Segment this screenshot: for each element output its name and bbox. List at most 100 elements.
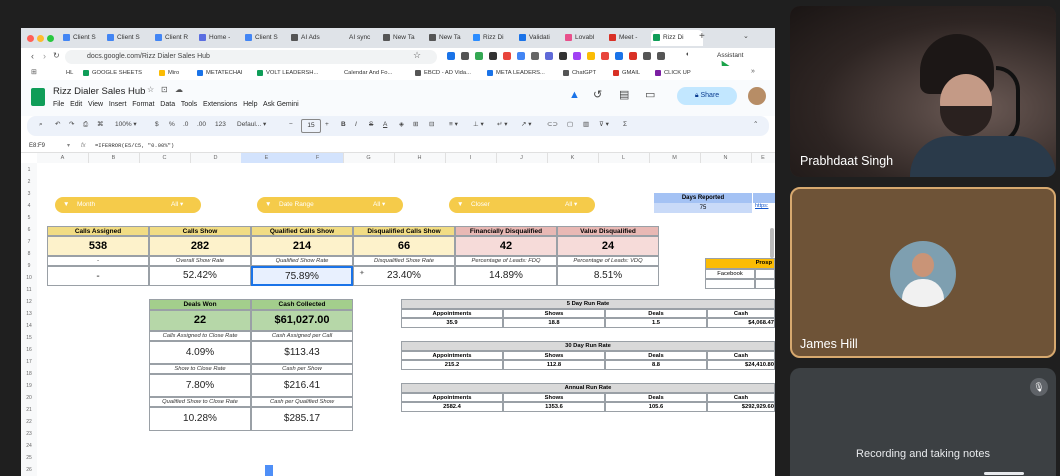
browser-tab[interactable]: Lovabl <box>563 30 613 46</box>
closer-filter[interactable]: ▼ Closer All ▾ <box>449 197 595 213</box>
functions-icon[interactable]: Σ <box>623 116 627 134</box>
browser-tab[interactable]: New Ta <box>381 30 431 46</box>
increase-decimal-button[interactable]: .00 <box>197 116 206 134</box>
font-size-increase-icon[interactable]: + <box>325 116 329 134</box>
extension-icon[interactable] <box>517 52 525 60</box>
row-header[interactable]: 2 <box>21 177 37 187</box>
row-header[interactable]: 10 <box>21 273 37 283</box>
column-header[interactable]: N <box>700 153 752 163</box>
fill-color-icon[interactable]: ◈ <box>399 116 404 134</box>
name-box-dropdown-icon[interactable]: ▾ <box>67 140 70 152</box>
more-bookmarks-icon[interactable]: » <box>751 68 755 75</box>
forward-icon[interactable]: › <box>43 51 46 61</box>
extension-icon[interactable] <box>643 52 651 60</box>
menu-ask-gemini[interactable]: Ask Gemini <box>263 101 299 108</box>
menu-format[interactable]: Format <box>132 101 154 108</box>
bookmark[interactable]: CLICK UP <box>655 66 691 80</box>
decrease-decimal-button[interactable]: .0 <box>183 116 188 134</box>
extension-icon[interactable] <box>545 52 553 60</box>
column-header[interactable]: G <box>343 153 395 163</box>
gemini-icon[interactable]: ▲ <box>569 89 580 101</box>
extension-icon[interactable] <box>559 52 567 60</box>
font-size-decrease-icon[interactable]: − <box>289 116 293 134</box>
merge-cells-icon[interactable]: ⊟ <box>429 116 434 134</box>
apps-grid-icon[interactable]: ⊞ <box>31 68 37 76</box>
meet-icon[interactable]: ▭ <box>645 88 655 101</box>
document-title[interactable]: Rizz Dialer Sales Hub <box>53 86 145 97</box>
row-header[interactable]: 16 <box>21 345 37 355</box>
bookmark[interactable]: GMAIL <box>613 66 640 80</box>
row-header[interactable]: 4 <box>21 201 37 211</box>
star-icon[interactable]: ☆ <box>147 85 154 94</box>
row-header[interactable]: 25 <box>21 453 37 463</box>
extension-icon[interactable] <box>573 52 581 60</box>
column-header[interactable]: B <box>88 153 140 163</box>
extension-icon[interactable] <box>615 52 623 60</box>
row-header[interactable]: 9 <box>21 261 37 271</box>
font-select[interactable]: Defaul... ▾ <box>237 116 266 134</box>
new-tab-icon[interactable]: + <box>699 31 705 42</box>
strikethrough-button[interactable]: S <box>369 116 373 134</box>
assistant-button[interactable]: Assistant <box>717 52 743 59</box>
row-header[interactable]: 24 <box>21 441 37 451</box>
bookmark[interactable]: GOOGLE SHEETS <box>83 66 142 80</box>
bold-button[interactable]: B <box>341 116 346 134</box>
row-header[interactable]: 23 <box>21 429 37 439</box>
formula-input[interactable]: =IFERROR(E5/C5, "0.00%") <box>95 140 174 152</box>
print-icon[interactable]: ⎙ <box>83 116 88 134</box>
redo-icon[interactable]: ↷ <box>69 116 74 134</box>
chart-icon[interactable]: ▥ <box>583 116 589 134</box>
participant-tile[interactable]: Prabhdaat Singh <box>790 6 1056 177</box>
column-header[interactable]: I <box>445 153 497 163</box>
browser-tab[interactable]: Meet - <box>607 30 657 46</box>
row-header[interactable]: 11 <box>21 285 37 295</box>
text-color-button[interactable]: A <box>383 116 387 134</box>
extension-icon[interactable] <box>587 52 595 60</box>
history-icon[interactable]: ↺ <box>593 88 602 101</box>
bookmark[interactable]: VOLT LEADERSH... <box>257 66 318 80</box>
month-filter[interactable]: ▼ Month All ▾ <box>55 197 201 213</box>
row-header[interactable]: 5 <box>21 213 37 223</box>
extension-icon[interactable] <box>531 52 539 60</box>
extension-icon[interactable] <box>475 52 483 60</box>
explore-sparkle-icon[interactable]: ✦ <box>359 269 365 277</box>
row-header[interactable]: 8 <box>21 249 37 259</box>
menu-extensions[interactable]: Extensions <box>203 101 237 108</box>
audio-icon[interactable]: ◖ <box>685 51 689 58</box>
comments-icon[interactable]: ▤ <box>619 88 629 101</box>
column-header[interactable]: E <box>751 153 775 163</box>
row-header[interactable]: 3 <box>21 189 37 199</box>
url-input[interactable]: docs.google.com/Rizz Dialer Sales Hub <box>65 50 437 64</box>
menu-file[interactable]: File <box>53 101 64 108</box>
font-size-input[interactable]: 15 <box>301 119 321 133</box>
wrap-icon[interactable]: ↵ ▾ <box>497 116 508 134</box>
menu-insert[interactable]: Insert <box>109 101 127 108</box>
extension-icon[interactable] <box>461 52 469 60</box>
extension-icon[interactable] <box>503 52 511 60</box>
borders-icon[interactable]: ⊞ <box>413 116 418 134</box>
date-range-filter[interactable]: ▼ Date Range All ▾ <box>257 197 403 213</box>
close-window-icon[interactable] <box>27 35 34 42</box>
row-header[interactable]: 12 <box>21 297 37 307</box>
column-header[interactable]: M <box>649 153 701 163</box>
row-header[interactable]: 20 <box>21 393 37 403</box>
menu-data[interactable]: Data <box>160 101 175 108</box>
browser-tab[interactable]: Client S <box>243 30 293 46</box>
menu-edit[interactable]: Edit <box>70 101 82 108</box>
kpi-rate-selected[interactable]: 75.89% <box>251 266 353 286</box>
extension-icon[interactable] <box>447 52 455 60</box>
sheets-logo-icon[interactable] <box>31 88 45 106</box>
currency-button[interactable]: $ <box>155 116 159 134</box>
rotate-icon[interactable]: ↗ ▾ <box>521 116 532 134</box>
extension-icon[interactable] <box>489 52 497 60</box>
column-header[interactable]: K <box>547 153 599 163</box>
browser-tab[interactable]: Client R <box>153 30 203 46</box>
browser-tab[interactable]: AI Ads <box>289 30 339 46</box>
align-icon[interactable]: ≡ ▾ <box>449 116 458 134</box>
row-header[interactable]: 18 <box>21 369 37 379</box>
paint-format-icon[interactable]: ⌘ <box>97 116 104 134</box>
bookmark[interactable]: EBCD - AD Vida... <box>415 66 471 80</box>
row-header[interactable]: 7 <box>21 237 37 247</box>
column-header[interactable]: A <box>37 153 89 163</box>
filter-icon[interactable]: ⊽ ▾ <box>599 116 609 134</box>
